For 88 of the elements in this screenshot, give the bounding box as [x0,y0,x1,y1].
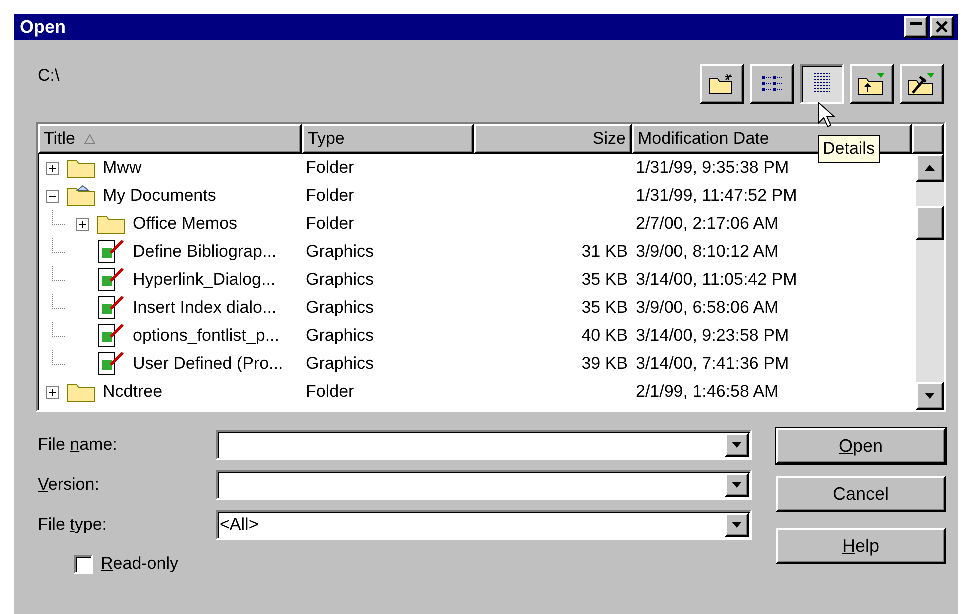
file-size: 35 KB [580,298,629,318]
modified-date: 3/9/00, 6:58:06 AM [635,298,780,318]
dialog-button[interactable]: Cancel [776,476,946,512]
expand-toggle[interactable] [46,190,59,202]
modified-date: 1/31/99, 11:47:52 PM [635,186,798,206]
file-name[interactable]: Office Memos [133,214,238,234]
field-label: Version: [38,475,100,495]
expand-toggle[interactable] [46,386,59,398]
caret-icon [732,482,742,488]
column-header[interactable]: Type [302,124,474,154]
dropdown-button[interactable] [725,433,749,457]
file-name[interactable]: Insert Index dialo... [133,298,277,318]
dialog-button[interactable]: Help [776,528,946,564]
column-header-label: Modification Date [638,129,770,149]
column-header-label: Title [44,129,76,149]
combo-box[interactable] [216,470,752,500]
file-type: Folder [305,158,356,178]
column-header-label: Size [592,129,626,149]
plus-icon [48,388,57,396]
sort-ascending-icon [84,134,96,144]
image-file-icon [97,267,127,293]
file-size: 40 KB [580,326,629,346]
image-file-icon [97,239,127,265]
modified-date: 2/1/99, 1:46:58 AM [635,382,780,402]
caret-icon [732,442,742,448]
modified-date: 3/14/00, 9:23:58 PM [635,326,790,346]
combo-box[interactable]: <All> [216,510,752,540]
combo-value: <All> [220,515,259,535]
scroll-down-button[interactable] [916,382,944,410]
checkbox[interactable] [74,554,93,574]
file-size: 35 KB [580,270,629,290]
modified-date: 1/31/99, 9:35:38 PM [635,158,790,178]
file-name[interactable]: Hyperlink_Dialog... [133,270,276,290]
file-type: Graphics [305,354,376,374]
modified-date: 2/7/00, 2:17:06 AM [635,214,780,234]
folder-tool-icon [908,72,936,96]
column-header[interactable]: Title [38,124,302,154]
file-name[interactable]: options_fontlist_p... [133,326,280,346]
tooltip: Details [818,135,880,163]
file-name[interactable]: Define Bibliograp... [133,242,277,262]
expand-toggle[interactable] [46,162,59,174]
caret-icon [732,522,742,528]
scroll-up-button[interactable] [916,154,944,182]
file-name[interactable]: My Documents [103,186,216,206]
file-name[interactable]: Mww [103,158,142,178]
file-type: Graphics [305,270,376,290]
close-button[interactable] [930,16,954,38]
expand-toggle[interactable] [76,218,89,230]
combo-box[interactable] [216,430,752,460]
dropdown-button[interactable] [725,513,749,537]
scrollbar[interactable] [916,154,944,410]
file-size: 39 KB [580,354,629,374]
file-type: Folder [305,214,356,234]
file-type: Graphics [305,298,376,318]
bar-icon [910,22,922,24]
modified-date: 3/14/00, 11:05:42 PM [635,270,798,290]
dropdown-button[interactable] [725,473,749,497]
plus-icon [48,164,57,172]
field-label: File type: [38,515,108,535]
file-type: Graphics [305,326,376,346]
file-type: Folder [305,382,356,402]
file-type: Graphics [305,242,376,262]
current-path: C:\ [38,66,61,86]
up-arrow-icon [925,165,935,171]
field-label: File name: [38,435,118,455]
file-name[interactable]: Ncdtree [103,382,163,402]
plus-icon [78,220,87,228]
file-size: 31 KB [580,242,629,262]
file-type: Folder [305,186,356,206]
dialog-button[interactable]: Open [776,428,946,464]
checkbox-label[interactable]: Read-only [101,554,178,574]
maximize-button[interactable] [904,16,928,38]
column-header[interactable]: Size [474,124,632,154]
column-header-label: Type [308,129,345,149]
modified-date: 3/9/00, 8:10:12 AM [635,242,780,262]
toolbar-button[interactable] [800,64,844,104]
file-name[interactable]: User Defined (Pro... [133,354,284,374]
new-folder-icon [709,73,735,95]
home-folder-icon [67,185,97,207]
image-file-icon [97,323,127,349]
window-title: Open [20,16,68,38]
down-arrow-icon [925,393,935,399]
up-folder-icon [858,72,886,96]
image-file-icon [97,351,127,377]
image-file-icon [97,295,127,321]
close-icon [935,21,949,33]
scroll-thumb[interactable] [916,206,944,240]
modified-date: 3/14/00, 7:41:36 PM [635,354,790,374]
